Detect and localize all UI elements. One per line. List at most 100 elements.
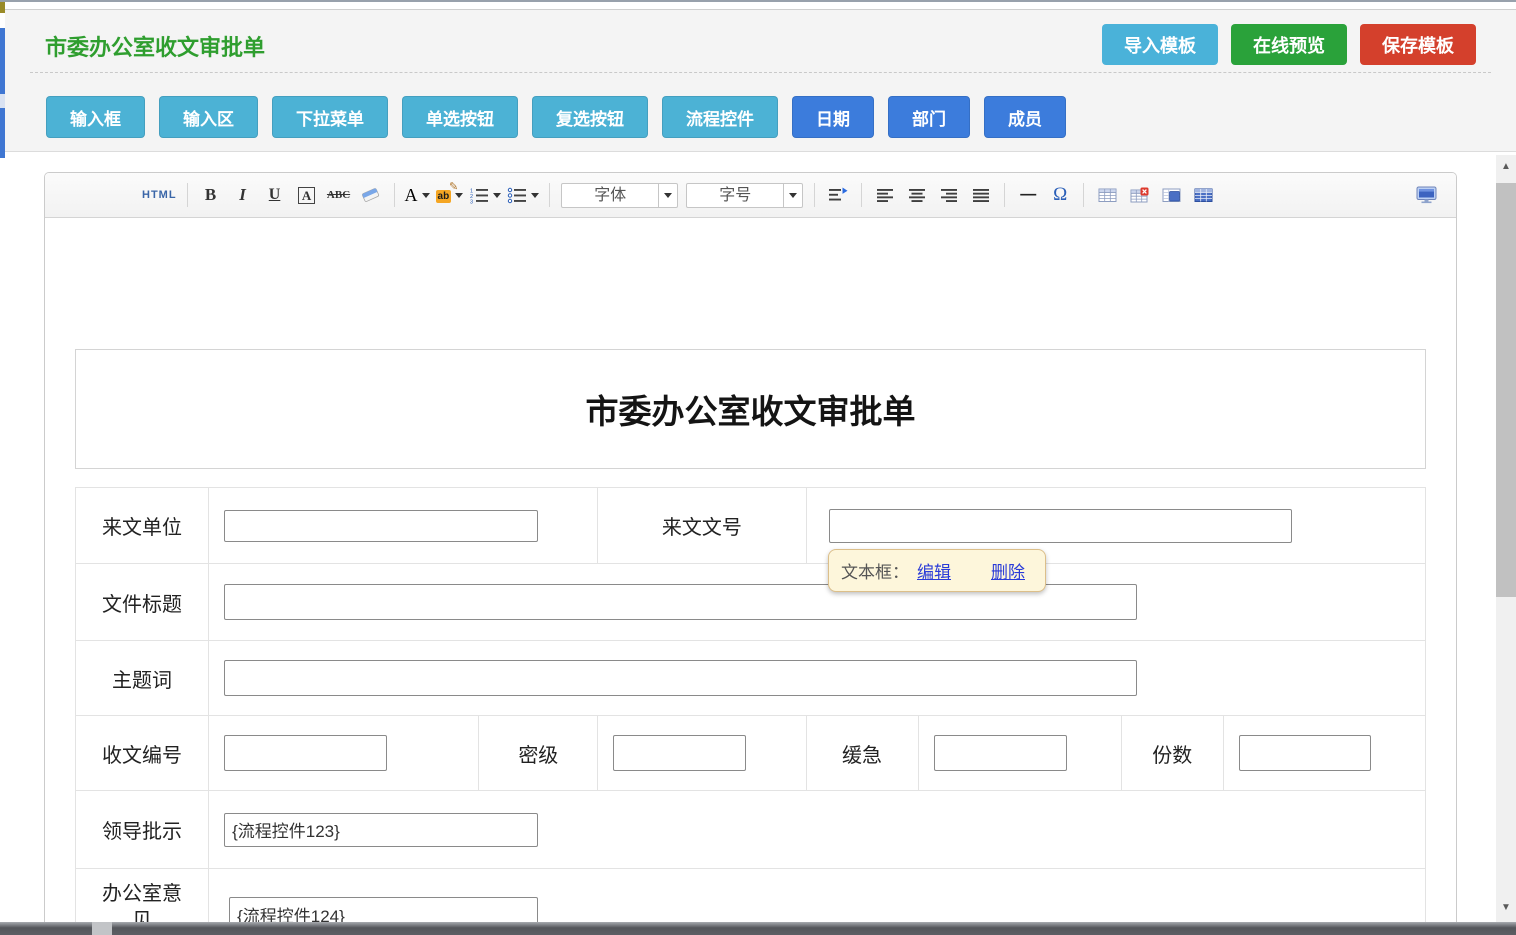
form-label-cell: 文件标题	[76, 564, 209, 641]
highlight-color-button[interactable]: ab ✎	[436, 186, 464, 204]
font-color-button[interactable]: A	[405, 185, 430, 206]
editor-document[interactable]: 市委办公室收文审批单 来文单位 来文文号	[45, 218, 1456, 935]
subject-words-input[interactable]	[224, 660, 1137, 696]
select-caret-box	[783, 184, 802, 207]
html-source-button[interactable]: HTML	[142, 182, 177, 208]
scroll-down-arrow[interactable]: ▼	[1496, 898, 1516, 916]
chevron-down-icon	[664, 193, 672, 202]
ordered-list-button[interactable]: 1 2 3	[469, 187, 501, 204]
table-properties-button[interactable]	[1158, 182, 1184, 208]
align-right-icon	[940, 188, 958, 203]
delete-table-button[interactable]	[1126, 182, 1152, 208]
field-tooltip: 文本框： 编辑 删除	[828, 549, 1046, 592]
scrollbar-thumb[interactable]	[1496, 183, 1516, 597]
pencil-icon: ✎	[449, 180, 458, 193]
remove-format-button[interactable]	[358, 182, 384, 208]
align-center-button[interactable]	[904, 182, 930, 208]
widget-checkbox-button[interactable]: 复选按钮	[532, 96, 648, 138]
bold-icon: B	[205, 185, 216, 205]
strikethrough-button[interactable]: ABC	[326, 182, 352, 208]
widget-dropdown-button[interactable]: 下拉菜单	[272, 96, 388, 138]
font-family-select[interactable]: 字体	[561, 183, 678, 208]
cell-properties-button[interactable]	[1190, 182, 1216, 208]
form-label-cell: 来文单位	[76, 488, 209, 564]
save-template-button[interactable]: 保存模板	[1360, 24, 1476, 65]
italic-button[interactable]: I	[230, 182, 256, 208]
form-label-cell: 主题词	[76, 641, 209, 716]
svg-text:3: 3	[470, 199, 473, 204]
security-level-input[interactable]	[613, 735, 746, 771]
horizontal-rule-icon: —	[1020, 186, 1036, 204]
italic-icon: I	[239, 185, 246, 205]
chevron-down-icon	[789, 193, 797, 202]
table-row: 主题词	[76, 641, 1426, 716]
edit-field-link[interactable]: 编辑	[917, 558, 951, 583]
widget-input-box-button[interactable]: 输入框	[46, 96, 145, 138]
form-field-cell	[209, 716, 479, 791]
urgency-input[interactable]	[934, 735, 1067, 771]
scroll-up-arrow[interactable]: ▲	[1496, 157, 1516, 175]
cell-properties-icon	[1194, 187, 1213, 204]
header-actions: 导入模板 在线预览 保存模板	[1102, 24, 1476, 65]
form-title-box: 市委办公室收文审批单	[75, 349, 1426, 469]
table-properties-icon	[1162, 187, 1181, 204]
toolbar-separator	[549, 183, 550, 207]
widget-date-button[interactable]: 日期	[792, 96, 874, 138]
table-row: 收文编号 密级 缓急 份数	[76, 716, 1426, 791]
align-justify-icon	[972, 188, 990, 203]
special-char-button[interactable]: Ω	[1047, 182, 1073, 208]
chevron-down-icon	[455, 193, 463, 202]
indent-button[interactable]	[825, 182, 851, 208]
select-caret-box	[658, 184, 677, 207]
font-color-icon: A	[405, 185, 418, 206]
toolbar-separator	[1004, 183, 1005, 207]
align-left-icon	[876, 188, 894, 203]
bold-button[interactable]: B	[198, 182, 224, 208]
widget-member-button[interactable]: 成员	[984, 96, 1066, 138]
align-justify-button[interactable]	[968, 182, 994, 208]
unordered-list-button[interactable]	[507, 187, 539, 204]
online-preview-button[interactable]: 在线预览	[1231, 24, 1347, 65]
form-field-cell	[1223, 716, 1425, 791]
form-field-cell	[209, 641, 1426, 716]
font-size-select[interactable]: 字号	[686, 183, 803, 208]
horizontal-rule-button[interactable]: —	[1015, 182, 1041, 208]
chevron-down-icon	[493, 193, 501, 202]
insert-table-button[interactable]	[1094, 182, 1120, 208]
form-label-cell: 密级	[479, 716, 598, 791]
dashed-divider	[30, 72, 1491, 73]
leader-instructions-input[interactable]	[224, 813, 538, 847]
widget-textarea-button[interactable]: 输入区	[159, 96, 258, 138]
receipt-number-input[interactable]	[224, 735, 387, 771]
align-right-button[interactable]	[936, 182, 962, 208]
form-label-cell: 份数	[1121, 716, 1223, 791]
form-field-cell	[209, 488, 598, 564]
form-label-cell: 收文编号	[76, 716, 209, 791]
form-field-cell	[209, 791, 1426, 869]
delete-table-icon	[1130, 187, 1149, 204]
font-size-value: 字号	[687, 184, 783, 207]
underline-icon: U	[269, 186, 281, 204]
document-number-input[interactable]	[829, 509, 1292, 543]
widget-flow-control-button[interactable]: 流程控件	[662, 96, 778, 138]
indent-icon	[828, 187, 848, 203]
omega-icon: Ω	[1053, 184, 1067, 206]
delete-field-link[interactable]: 删除	[991, 558, 1025, 583]
copies-input[interactable]	[1239, 735, 1371, 771]
widget-department-button[interactable]: 部门	[888, 96, 970, 138]
char-border-button[interactable]: A	[294, 182, 320, 208]
rich-text-editor: HTML B I U A ABC A	[44, 172, 1457, 935]
fullscreen-button[interactable]	[1413, 182, 1439, 208]
widget-radio-button[interactable]: 单选按钮	[402, 96, 518, 138]
underline-button[interactable]: U	[262, 182, 288, 208]
toolbar-separator	[1083, 183, 1084, 207]
monitor-icon	[1416, 186, 1437, 204]
eraser-icon	[361, 187, 380, 203]
align-left-button[interactable]	[872, 182, 898, 208]
highlight-icon: ab ✎	[436, 186, 452, 204]
import-template-button[interactable]: 导入模板	[1102, 24, 1218, 65]
table-icon	[1098, 187, 1117, 204]
form-title: 市委办公室收文审批单	[586, 385, 916, 433]
strikethrough-icon: ABC	[327, 189, 350, 201]
source-unit-input[interactable]	[224, 510, 538, 542]
